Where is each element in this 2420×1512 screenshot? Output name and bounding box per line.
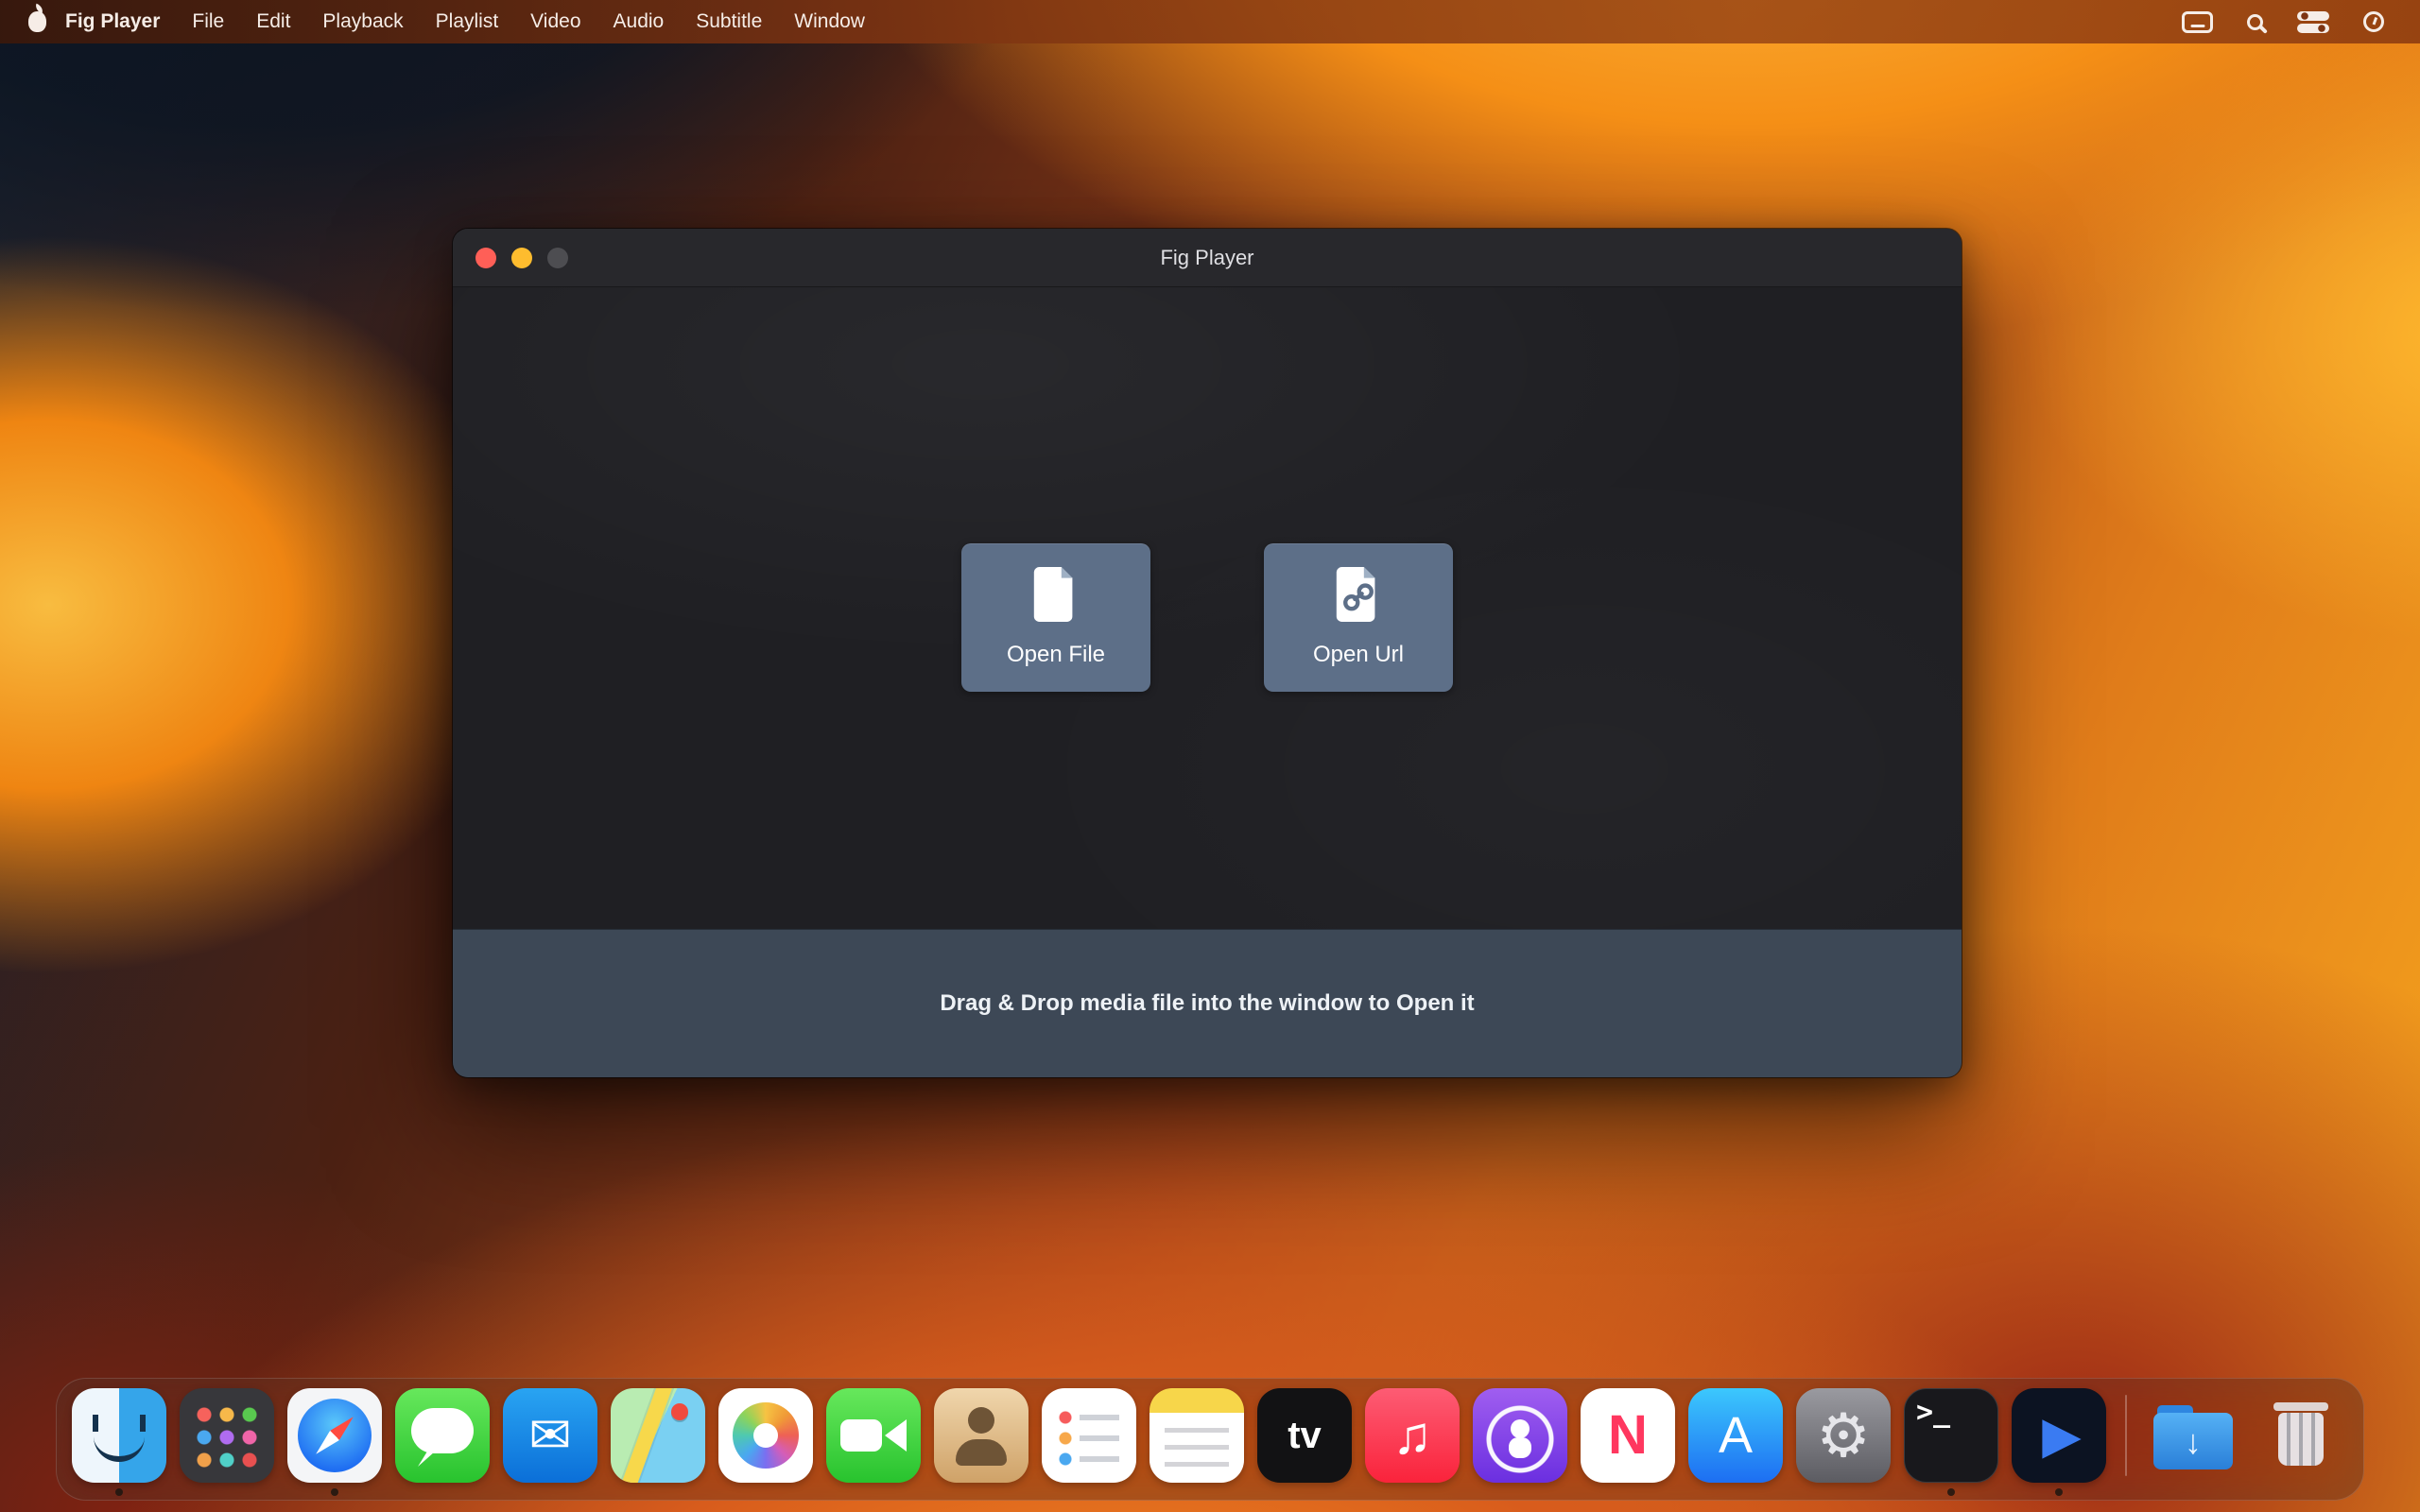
menu-file[interactable]: File (176, 0, 240, 43)
open-url-button[interactable]: Open Url (1264, 543, 1453, 692)
dock: ✉ tv ♫ N A (56, 1378, 2364, 1501)
menu-edit[interactable]: Edit (240, 0, 306, 43)
dock-item-reminders[interactable] (1042, 1388, 1136, 1483)
open-url-label: Open Url (1313, 642, 1404, 668)
menu-bar-status (2182, 0, 2420, 43)
open-file-button[interactable]: Open File (961, 543, 1150, 692)
menu-app-name[interactable]: Fig Player (46, 0, 176, 43)
open-buttons-row: Open File Ope (453, 543, 1962, 692)
reminders-icon (1042, 1388, 1136, 1483)
drop-hint-text: Drag & Drop media file into the window t… (940, 990, 1474, 1017)
dock-item-messages[interactable] (395, 1388, 490, 1483)
control-center-icon[interactable] (2297, 11, 2329, 33)
notes-icon (1150, 1388, 1244, 1483)
apple-logo-icon[interactable] (28, 11, 46, 32)
dock-item-downloads[interactable]: ↓ (2146, 1388, 2240, 1483)
desktop: Fig Player File Edit Playback Playlist V… (0, 0, 2420, 1512)
input-source-icon[interactable] (2182, 11, 2213, 33)
news-icon: N (1581, 1388, 1675, 1483)
window-titlebar[interactable]: Fig Player (453, 229, 1962, 287)
dock-item-trash[interactable] (2254, 1388, 2348, 1483)
safari-icon (287, 1388, 382, 1483)
launchpad-icon (180, 1388, 274, 1483)
media-drop-area[interactable]: Open File Ope (453, 287, 1962, 929)
menu-audio[interactable]: Audio (597, 0, 681, 43)
menu-window[interactable]: Window (778, 0, 881, 43)
apple-tv-icon: tv (1257, 1388, 1352, 1483)
dock-item-system-settings[interactable]: ⚙ (1796, 1388, 1891, 1483)
menu-subtitle[interactable]: Subtitle (680, 0, 778, 43)
terminal-icon: >_ (1904, 1388, 1998, 1483)
app-store-icon: A (1688, 1388, 1783, 1483)
maps-icon (611, 1388, 705, 1483)
dock-item-apple-tv[interactable]: tv (1257, 1388, 1352, 1483)
dock-item-finder[interactable] (72, 1388, 166, 1483)
podcasts-icon (1473, 1388, 1567, 1483)
contacts-icon (934, 1388, 1028, 1483)
fig-player-window: Fig Player Open File (453, 229, 1962, 1077)
file-icon (1033, 567, 1079, 627)
facetime-icon (826, 1388, 921, 1483)
dock-item-podcasts[interactable] (1473, 1388, 1567, 1483)
spotlight-search-icon[interactable] (2247, 14, 2263, 30)
dock-item-news[interactable]: N (1581, 1388, 1675, 1483)
menu-video[interactable]: Video (514, 0, 596, 43)
menu-bar: Fig Player File Edit Playback Playlist V… (0, 0, 2420, 43)
window-footer: Drag & Drop media file into the window t… (453, 929, 1962, 1077)
window-title: Fig Player (453, 229, 1962, 287)
dock-item-maps[interactable] (611, 1388, 705, 1483)
dock-item-app-store[interactable]: A (1688, 1388, 1783, 1483)
music-icon: ♫ (1365, 1388, 1460, 1483)
system-settings-icon: ⚙ (1796, 1388, 1891, 1483)
trash-icon (2254, 1388, 2348, 1483)
dock-separator (2125, 1395, 2127, 1476)
dock-item-photos[interactable] (718, 1388, 813, 1483)
dock-item-launchpad[interactable] (180, 1388, 274, 1483)
mail-icon: ✉ (503, 1388, 597, 1483)
dock-item-contacts[interactable] (934, 1388, 1028, 1483)
finder-icon (72, 1388, 166, 1483)
menu-playback[interactable]: Playback (306, 0, 419, 43)
fig-player-icon: ▶ (2012, 1388, 2106, 1483)
downloads-folder-icon: ↓ (2146, 1388, 2240, 1483)
dock-item-terminal[interactable]: >_ (1904, 1388, 1998, 1483)
dock-item-music[interactable]: ♫ (1365, 1388, 1460, 1483)
link-icon (1336, 567, 1381, 627)
photos-icon (718, 1388, 813, 1483)
dock-item-fig-player[interactable]: ▶ (2012, 1388, 2106, 1483)
dock-item-facetime[interactable] (826, 1388, 921, 1483)
dock-item-notes[interactable] (1150, 1388, 1244, 1483)
dock-item-safari[interactable] (287, 1388, 382, 1483)
clock-icon[interactable] (2363, 11, 2384, 32)
dock-item-mail[interactable]: ✉ (503, 1388, 597, 1483)
menu-bar-left: Fig Player File Edit Playback Playlist V… (0, 0, 881, 43)
menu-playlist[interactable]: Playlist (420, 0, 515, 43)
messages-icon (395, 1388, 490, 1483)
open-file-label: Open File (1007, 642, 1105, 668)
